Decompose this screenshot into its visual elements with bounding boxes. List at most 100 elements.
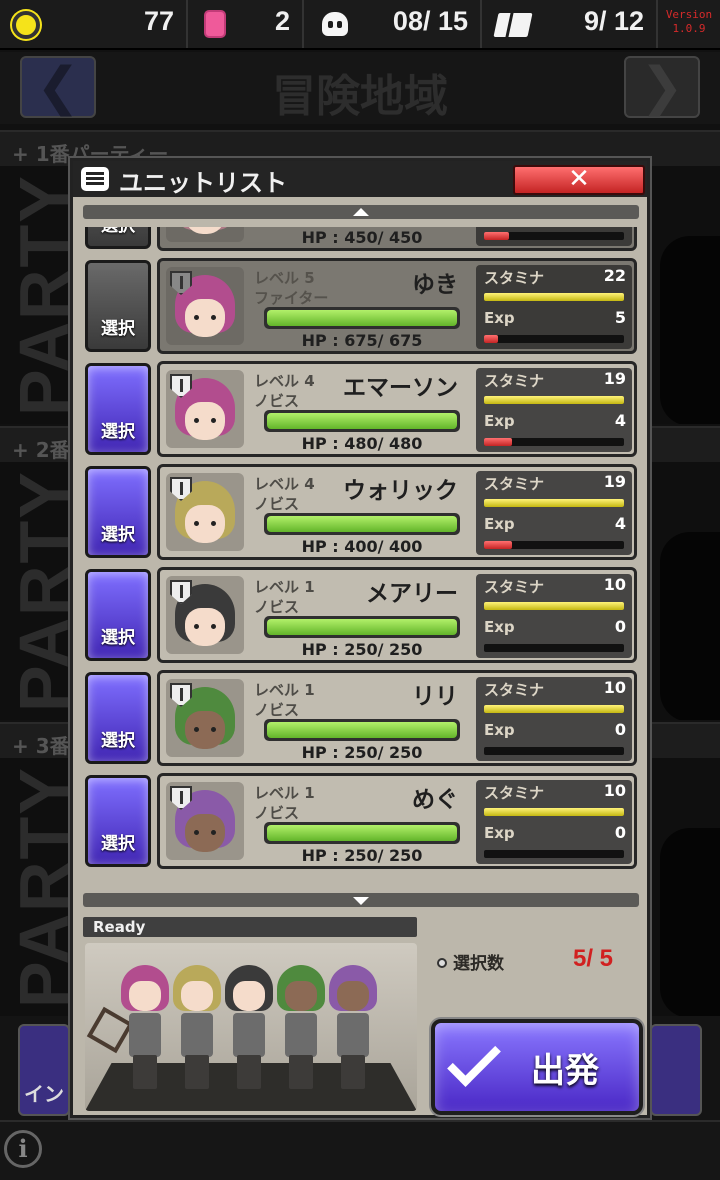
unit-name: ゆき <box>412 272 458 298</box>
exp-label: Exp <box>484 515 515 533</box>
hp-bar <box>264 513 460 535</box>
version-number: 1.0.9 <box>672 22 706 35</box>
next-area-button[interactable]: ❯ <box>624 56 700 118</box>
select-button[interactable]: 選択 <box>85 363 151 455</box>
unit-level: レベル 1 <box>254 681 315 699</box>
unit-name: めぐ <box>412 787 458 813</box>
exp-label: Exp <box>484 309 515 327</box>
select-button[interactable]: 選択 <box>85 775 151 867</box>
hp-text: HP : 250/ 250 <box>301 846 423 865</box>
select-label: 選択 <box>101 525 135 545</box>
stamina-value: 19 <box>603 472 626 491</box>
portrait-face <box>185 505 225 543</box>
stamina-bar <box>484 293 624 301</box>
exp-bar <box>484 747 624 755</box>
party-member-sprite <box>119 965 171 1089</box>
unit-level: レベル 1 <box>254 578 315 596</box>
modal-header: ユニットリスト ✕ <box>73 161 647 197</box>
member-counter: 08/ 15 <box>304 0 482 48</box>
unit-job: ノビス <box>254 701 300 719</box>
unit-job: ノビス <box>254 495 300 513</box>
exp-bar <box>484 850 624 858</box>
stamina-bar <box>484 705 624 713</box>
unit-stats: スタミナ 10 Exp 0 <box>476 574 632 658</box>
chevron-right-icon: ❯ <box>640 57 684 117</box>
party-member-sprite <box>223 965 275 1089</box>
unit-level: レベル 1 <box>254 784 315 802</box>
unit-portrait <box>166 227 244 242</box>
scroll-up-button[interactable] <box>83 205 639 219</box>
depart-label: 出発 <box>531 1051 599 1091</box>
exp-value: 0 <box>614 823 626 842</box>
unit-row: 選択 レベル 4 ノビス ウォリック HP : 400/ 400 スタミナ 19 Exp 4 <box>83 464 639 560</box>
unit-portrait <box>166 370 244 448</box>
unit-card[interactable]: HP : 450/ 450 スタミナExp9 <box>157 227 637 251</box>
select-button[interactable]: 選択 <box>85 672 151 764</box>
info-icon[interactable]: i <box>4 1130 42 1168</box>
version-label: Version <box>665 8 713 21</box>
exp-bar <box>484 541 624 549</box>
unit-card[interactable]: レベル 1 ノビス リリ HP : 250/ 250 スタミナ 10 Exp 0 <box>157 670 637 766</box>
bottom-bar: i <box>0 1120 720 1180</box>
item-counter: 9/ 12 <box>482 0 658 48</box>
stamina-value: 10 <box>603 575 626 594</box>
area-header: ❮ 冒険地域 ❯ <box>0 52 720 124</box>
stamina-label: スタミナ <box>484 784 545 802</box>
hp-text: HP : 250/ 250 <box>301 640 423 659</box>
scroll-down-button[interactable] <box>83 893 639 907</box>
arrow-up-icon <box>353 208 369 216</box>
stamina-bar <box>484 602 624 610</box>
select-button[interactable]: 選択 <box>85 569 151 661</box>
unit-card[interactable]: レベル 1 ノビス メアリー HP : 250/ 250 スタミナ 10 Exp 0 <box>157 567 637 663</box>
stamina-label: スタミナ <box>484 681 545 699</box>
list-icon <box>81 167 109 191</box>
gold-counter: 77 <box>0 0 188 48</box>
unit-card[interactable]: レベル 1 ノビス めぐ HP : 250/ 250 スタミナ 10 Exp 0 <box>157 773 637 869</box>
party-member-sprite <box>171 965 223 1089</box>
status-bar: 77 2 08/ 15 9/ 12 Version 1.0.9 <box>0 0 720 50</box>
hp-text: HP : 400/ 400 <box>301 537 423 556</box>
unit-job: ノビス <box>254 804 300 822</box>
unit-card[interactable]: レベル 5 ファイター ゆき HP : 675/ 675 スタミナ 22 Exp 5 <box>157 258 637 354</box>
exp-value: 4 <box>614 514 626 533</box>
bottom-right-button[interactable] <box>650 1024 702 1116</box>
party-preview <box>85 943 417 1111</box>
unit-row: 選択 レベル 4 ノビス エマーソン HP : 480/ 480 スタミナ 19 Exp 4 <box>83 361 639 457</box>
character-silhouette <box>660 532 720 720</box>
page-title: 冒険地域 <box>272 71 448 122</box>
close-button[interactable]: ✕ <box>513 165 645 195</box>
unit-level: レベル 4 <box>254 475 315 493</box>
select-button[interactable]: 選択 <box>85 466 151 558</box>
hp-text: HP : 675/ 675 <box>301 331 423 350</box>
unit-level: レベル 4 <box>254 372 315 390</box>
member-value: 08/ 15 <box>392 6 468 36</box>
stamina-label: スタミナ <box>484 269 545 287</box>
unit-row: 選択 HP : 450/ 450 スタミナExp9 <box>83 227 639 251</box>
unit-portrait <box>166 782 244 860</box>
depart-button[interactable]: 出発 <box>431 1019 643 1115</box>
unit-stats: スタミナ 10 Exp 0 <box>476 677 632 761</box>
unit-name: メアリー <box>366 581 458 607</box>
modal-title: ユニットリスト <box>119 169 287 197</box>
unit-card[interactable]: レベル 4 ノビス ウォリック HP : 400/ 400 スタミナ 19 Exp 4 <box>157 464 637 560</box>
unit-stats: スタミナ 19 Exp 4 <box>476 368 632 452</box>
unit-list[interactable]: 選択HP : 450/ 450スタミナExp9選択レベル 5ファイターゆきHP … <box>83 227 639 891</box>
unit-row: 選択 レベル 1 ノビス めぐ HP : 250/ 250 スタミナ 10 Exp 0 <box>83 773 639 869</box>
stamina-value: 22 <box>603 266 626 285</box>
party-watermark: PARTY <box>5 470 83 713</box>
hp-text: HP : 450/ 450 <box>301 228 423 247</box>
select-label: 選択 <box>101 731 135 751</box>
gem-counter: 2 <box>188 0 304 48</box>
stamina-label: スタミナ <box>484 475 545 493</box>
bottom-left-button[interactable]: イン <box>18 1024 70 1116</box>
select-label: 選択 <box>101 319 135 339</box>
select-label: 選択 <box>101 834 135 854</box>
exp-bar <box>484 438 624 446</box>
unit-name: リリ <box>412 684 458 710</box>
unit-portrait <box>166 473 244 551</box>
unit-card[interactable]: レベル 4 ノビス エマーソン HP : 480/ 480 スタミナ 19 Exp 4 <box>157 361 637 457</box>
exp-label: Exp <box>484 721 515 739</box>
selection-count-value: 5/ 5 <box>573 945 614 972</box>
portrait-face <box>185 299 225 337</box>
portrait-face <box>185 608 225 646</box>
